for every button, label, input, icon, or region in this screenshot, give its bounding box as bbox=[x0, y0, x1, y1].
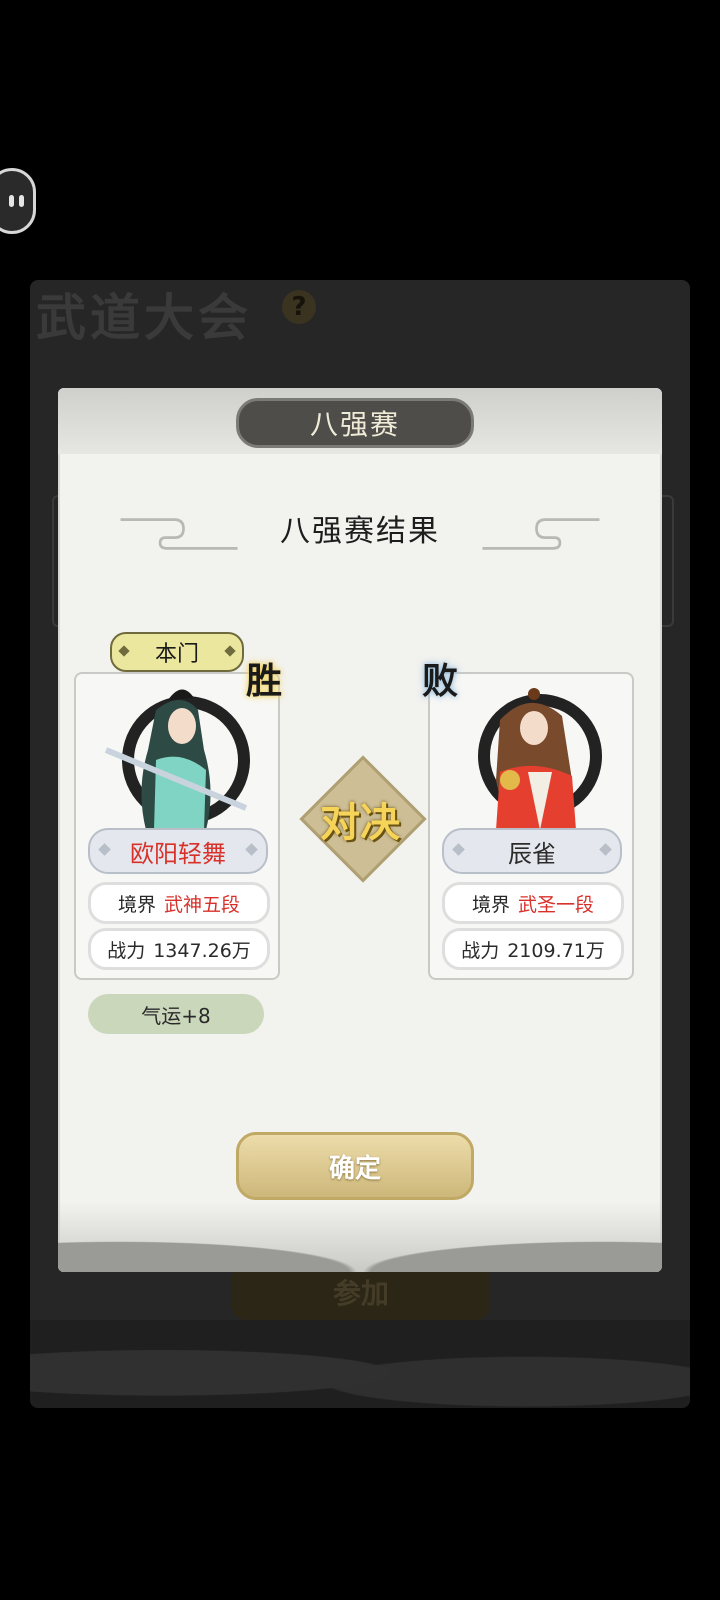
sect-tag: 本门 bbox=[110, 632, 244, 672]
modal-cloud-footer bbox=[58, 1202, 662, 1272]
player-name-plate: 欧阳轻舞 bbox=[88, 828, 268, 874]
power-row: 战力 2109.71万 bbox=[442, 928, 624, 970]
realm-row: 境界 武圣一段 bbox=[442, 882, 624, 924]
modal-title: 八强赛 bbox=[236, 398, 474, 448]
power-value: 2109.71万 bbox=[507, 939, 605, 962]
power-label: 战力 bbox=[107, 939, 146, 962]
realm-value: 武神五段 bbox=[164, 893, 241, 916]
versus-text: 对决 bbox=[320, 799, 400, 846]
sect-tag-label: 本门 bbox=[154, 642, 199, 667]
help-icon[interactable]: ? bbox=[282, 290, 316, 324]
power-label: 战力 bbox=[461, 939, 500, 962]
player-name: 欧阳轻舞 bbox=[130, 839, 226, 868]
event-title: 武道大会 bbox=[36, 288, 252, 347]
power-value: 1347.26万 bbox=[153, 939, 251, 962]
realm-value: 武圣一段 bbox=[518, 893, 595, 916]
versus-emblem: 对决 bbox=[294, 755, 427, 888]
player-card-winner[interactable]: 欧阳轻舞 境界 武神五段 战力 1347.26万 bbox=[74, 672, 280, 980]
floating-assistant-button[interactable] bbox=[0, 168, 36, 234]
player-name: 辰雀 bbox=[508, 839, 556, 868]
power-row: 战力 1347.26万 bbox=[88, 928, 270, 970]
player-portrait-chenque bbox=[478, 688, 602, 830]
win-badge: 胜 bbox=[245, 660, 282, 702]
realm-row: 境界 武神五段 bbox=[88, 882, 270, 924]
player-card-loser[interactable]: 辰雀 境界 武圣一段 战力 2109.71万 bbox=[428, 672, 634, 980]
realm-label: 境界 bbox=[117, 893, 156, 916]
join-button[interactable]: 参加 bbox=[232, 1264, 490, 1320]
realm-label: 境界 bbox=[471, 893, 510, 916]
luck-reward: 气运+8 bbox=[88, 994, 264, 1034]
player-name-plate: 辰雀 bbox=[442, 828, 622, 874]
cloud-decoration bbox=[30, 1320, 690, 1408]
lose-badge: 败 bbox=[421, 660, 458, 702]
result-modal: 八强赛 八强赛结果 本门 欧阳轻舞 境界 武神五段 战力 1347.26万 胜 bbox=[58, 388, 662, 1272]
confirm-button[interactable]: 确定 bbox=[236, 1132, 474, 1200]
eyes-icon bbox=[8, 195, 24, 207]
right-ornament-icon bbox=[482, 518, 600, 550]
